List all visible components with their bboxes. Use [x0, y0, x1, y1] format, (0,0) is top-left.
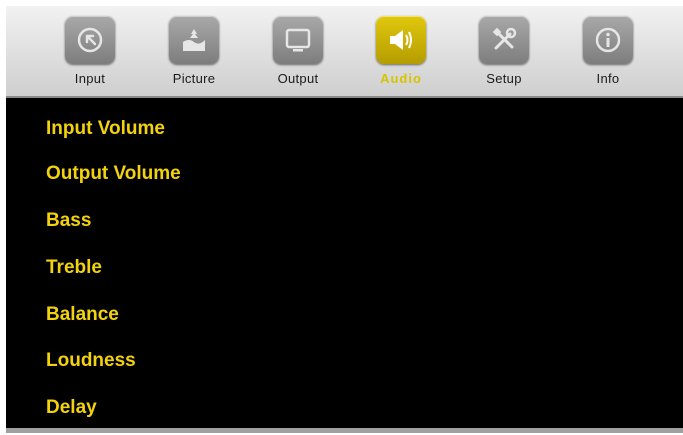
tab-label-input: Input — [74, 71, 106, 86]
tab-setup[interactable]: Setup — [468, 16, 540, 96]
tab-label-setup: Setup — [486, 71, 522, 86]
tab-picture[interactable]: Picture — [158, 16, 230, 96]
info-icon — [583, 16, 633, 64]
menu-item-bass[interactable]: Bass — [46, 206, 91, 236]
audio-menu-list: Input Volume Output Volume Bass Treble B… — [6, 98, 683, 430]
tab-label-output: Output — [277, 71, 319, 86]
menu-item-balance[interactable]: Balance — [46, 300, 119, 330]
menu-item-treble[interactable]: Treble — [46, 253, 102, 283]
picture-icon — [169, 16, 219, 64]
tab-bar: Input Picture Output Audio Setup Info — [6, 6, 683, 98]
tools-icon — [479, 16, 529, 64]
tab-label-audio: Audio — [380, 71, 422, 86]
tab-input[interactable]: Input — [54, 16, 126, 96]
speaker-icon — [376, 16, 426, 64]
tab-label-info: Info — [596, 71, 620, 86]
menu-item-delay[interactable]: Delay — [46, 393, 97, 423]
output-icon — [273, 16, 323, 64]
menu-item-loudness[interactable]: Loudness — [46, 346, 136, 376]
bottom-border — [6, 428, 683, 433]
tab-info[interactable]: Info — [572, 16, 644, 96]
input-icon — [65, 16, 115, 64]
tab-audio[interactable]: Audio — [365, 16, 437, 96]
osd-menu-window: Input Picture Output Audio Setup Info In… — [6, 6, 683, 430]
tab-label-picture: Picture — [172, 71, 216, 86]
tab-output[interactable]: Output — [262, 16, 334, 96]
menu-item-output-volume[interactable]: Output Volume — [46, 159, 181, 189]
menu-item-input-volume[interactable]: Input Volume — [46, 114, 165, 144]
